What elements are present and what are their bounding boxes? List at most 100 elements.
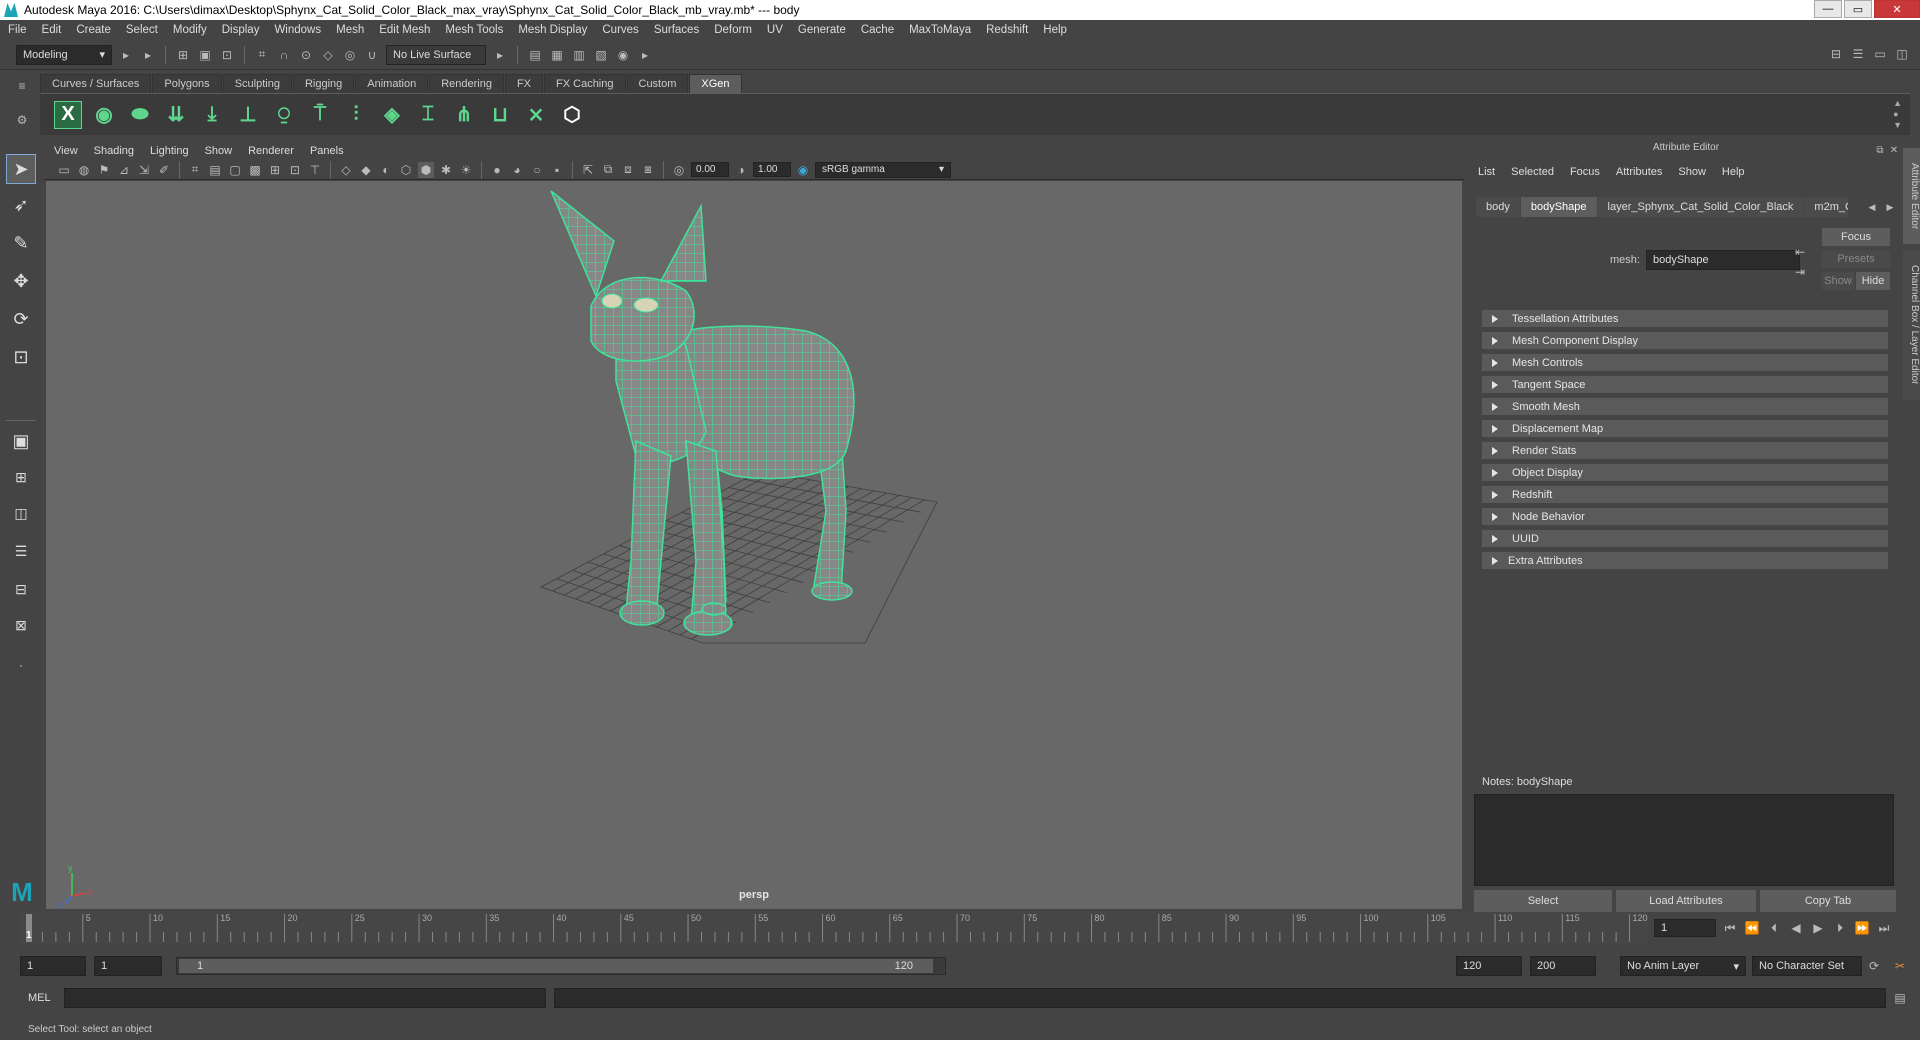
go-to-end-icon[interactable]: ⏭ xyxy=(1876,920,1892,936)
grid-icon[interactable]: ⌗ xyxy=(187,162,203,178)
minimize-button[interactable]: — xyxy=(1814,0,1842,18)
isolate-select-icon[interactable]: ⇱ xyxy=(580,162,596,178)
tab-polygons[interactable]: Polygons xyxy=(152,74,222,93)
xray-active-icon[interactable]: ⧈ xyxy=(620,162,636,178)
use-all-lights-icon[interactable]: ☀ xyxy=(458,162,474,178)
xgen-sculpt-guide-icon[interactable]: ⍜ xyxy=(270,101,298,129)
xgen-place-guide-icon[interactable]: ⤓ xyxy=(198,101,226,129)
gamma-icon[interactable]: ◑ xyxy=(733,162,749,178)
camera-icon[interactable]: ▭ xyxy=(56,162,72,178)
step-forward-key-icon[interactable]: ⏩ xyxy=(1854,920,1870,936)
magnet-icon[interactable]: ∪ xyxy=(364,47,380,63)
lasso-tool-icon[interactable]: ➶ xyxy=(6,190,36,220)
playback-end-field[interactable]: 120 xyxy=(1456,956,1522,976)
presets-button[interactable]: Presets xyxy=(1822,250,1890,268)
select-by-component-icon[interactable]: ⊡ xyxy=(219,47,235,63)
tab-scroll-left-icon[interactable]: ◀ xyxy=(1864,199,1880,215)
textured-icon[interactable]: ✱ xyxy=(438,162,454,178)
menu-cache[interactable]: Cache xyxy=(861,24,894,36)
menu-edit[interactable]: Edit xyxy=(42,24,62,36)
select-by-hierarchy-icon[interactable]: ⊞ xyxy=(175,47,191,63)
menu-select[interactable]: Select xyxy=(126,24,158,36)
menu-set-dropdown[interactable]: Modeling ▾ xyxy=(16,44,112,65)
section-tangent-space[interactable]: Tangent Space xyxy=(1482,376,1888,393)
film-gate-icon[interactable]: ▤ xyxy=(207,162,223,178)
attr-menu-list[interactable]: List xyxy=(1478,166,1495,178)
shelf-settings-icon[interactable]: ⚙ xyxy=(14,112,30,128)
xgen-add-guide-icon[interactable]: ⊥ xyxy=(234,101,262,129)
menu-mesh-tools[interactable]: Mesh Tools xyxy=(445,24,503,36)
snap-curve-icon[interactable]: ∩ xyxy=(276,47,292,63)
playback-start-field[interactable]: 1 xyxy=(94,956,162,976)
menu-generate[interactable]: Generate xyxy=(798,24,846,36)
field-chart-icon[interactable]: ⊞ xyxy=(267,162,283,178)
node-tab-layer[interactable]: layer_Sphynx_Cat_Solid_Color_Black xyxy=(1597,197,1804,217)
anim-layer-dropdown[interactable]: No Anim Layer ▾ xyxy=(1620,956,1746,976)
xgen-comb-icon[interactable]: ⋔ xyxy=(450,101,478,129)
section-smooth-mesh[interactable]: Smooth Mesh xyxy=(1482,398,1888,415)
side-tab-channel-box[interactable]: Channel Box / Layer Editor xyxy=(1903,250,1920,400)
color-management-icon[interactable]: ◉ xyxy=(795,162,811,178)
xgen-preview-icon[interactable]: ◉ xyxy=(90,101,118,129)
graph-view-icon[interactable]: ⊟ xyxy=(6,574,36,604)
safe-action-icon[interactable]: ⊡ xyxy=(287,162,303,178)
xgen-guides-icon[interactable]: ⫶ xyxy=(342,101,370,129)
menu-surfaces[interactable]: Surfaces xyxy=(654,24,699,36)
tab-curves-surfaces[interactable]: Curves / Surfaces xyxy=(40,74,152,93)
bounding-box-icon[interactable]: ⬡ xyxy=(398,162,414,178)
attribute-editor-toggle-icon[interactable]: ☰ xyxy=(1850,46,1866,62)
tab-rendering[interactable]: Rendering xyxy=(429,74,504,93)
node-tab-body[interactable]: body xyxy=(1476,197,1520,217)
side-tab-attribute-editor[interactable]: Attribute Editor xyxy=(1903,148,1920,244)
load-attributes-button[interactable]: Load Attributes xyxy=(1616,890,1756,912)
attr-menu-focus[interactable]: Focus xyxy=(1570,166,1600,178)
make-live-icon[interactable]: ◎ xyxy=(342,47,358,63)
node-tab-m2m[interactable]: m2m_C xyxy=(1804,197,1849,217)
section-object-display[interactable]: Object Display xyxy=(1482,464,1888,481)
shelf-menu-icon[interactable]: ≡ xyxy=(14,78,30,94)
more-layouts-icon[interactable]: · xyxy=(6,650,36,680)
attr-menu-help[interactable]: Help xyxy=(1722,166,1745,178)
viewport-persp[interactable]: y x z persp xyxy=(46,181,1462,909)
menu-edit-mesh[interactable]: Edit Mesh xyxy=(379,24,430,36)
focus-button[interactable]: Focus xyxy=(1822,228,1890,246)
section-tessellation-attributes[interactable]: Tessellation Attributes xyxy=(1482,310,1888,327)
section-displacement-map[interactable]: Displacement Map xyxy=(1482,420,1888,437)
gamma-field[interactable]: 1.00 xyxy=(753,162,791,177)
anti-alias-icon[interactable]: ▪ xyxy=(549,162,565,178)
current-frame-field[interactable]: 1 xyxy=(1654,919,1716,937)
xgen-lock-icon[interactable]: ⍑ xyxy=(306,101,334,129)
tab-custom[interactable]: Custom xyxy=(626,74,689,93)
notes-textarea[interactable] xyxy=(1474,794,1894,886)
go-to-start-icon[interactable]: ⏮ xyxy=(1722,920,1738,936)
scroll-stop-icon[interactable]: ● xyxy=(1893,109,1902,120)
select-tool-icon[interactable]: ➤ xyxy=(6,154,36,184)
range-slider-handle[interactable]: 1 120 xyxy=(179,959,933,973)
single-view-icon[interactable]: ▣ xyxy=(6,426,36,456)
ambient-occlusion-icon[interactable]: ◕ xyxy=(509,162,525,178)
xgen-grooming-icon[interactable]: ⇊ xyxy=(162,101,190,129)
section-uuid[interactable]: UUID xyxy=(1482,530,1888,547)
two-view-icon[interactable]: ◫ xyxy=(6,498,36,528)
arrow-right-icon[interactable]: ▸ xyxy=(637,47,653,63)
menu-mesh-display[interactable]: Mesh Display xyxy=(518,24,587,36)
xgen-cut-icon[interactable]: ⊔ xyxy=(486,101,514,129)
character-set-dropdown[interactable]: No Character Set xyxy=(1752,956,1862,976)
channel-box-toggle-icon[interactable]: ◫ xyxy=(1894,46,1910,62)
paint-select-tool-icon[interactable]: ✎ xyxy=(6,228,36,258)
tab-xgen[interactable]: XGen xyxy=(689,74,742,93)
panel-menu-lighting[interactable]: Lighting xyxy=(150,145,189,157)
copy-tab-button[interactable]: Copy Tab xyxy=(1760,890,1896,912)
tab-animation[interactable]: Animation xyxy=(355,74,429,93)
play-forwards-icon[interactable]: ▶ xyxy=(1810,920,1826,936)
step-forward-frame-icon[interactable]: ⏵ xyxy=(1832,920,1848,936)
xgen-hexagon-icon[interactable]: ⬡ xyxy=(558,101,586,129)
panel-menu-shading[interactable]: Shading xyxy=(94,145,134,157)
xgen-length-icon[interactable]: ⌶ xyxy=(414,101,442,129)
snap-grid-icon[interactable]: ⌗ xyxy=(254,47,270,63)
section-node-behavior[interactable]: Node Behavior xyxy=(1482,508,1888,525)
play-backwards-icon[interactable]: ◀ xyxy=(1788,920,1804,936)
select-button[interactable]: Select xyxy=(1474,890,1612,912)
color-space-dropdown[interactable]: sRGB gamma ▾ xyxy=(815,161,951,178)
scale-tool-icon[interactable]: ⊡ xyxy=(6,342,36,372)
